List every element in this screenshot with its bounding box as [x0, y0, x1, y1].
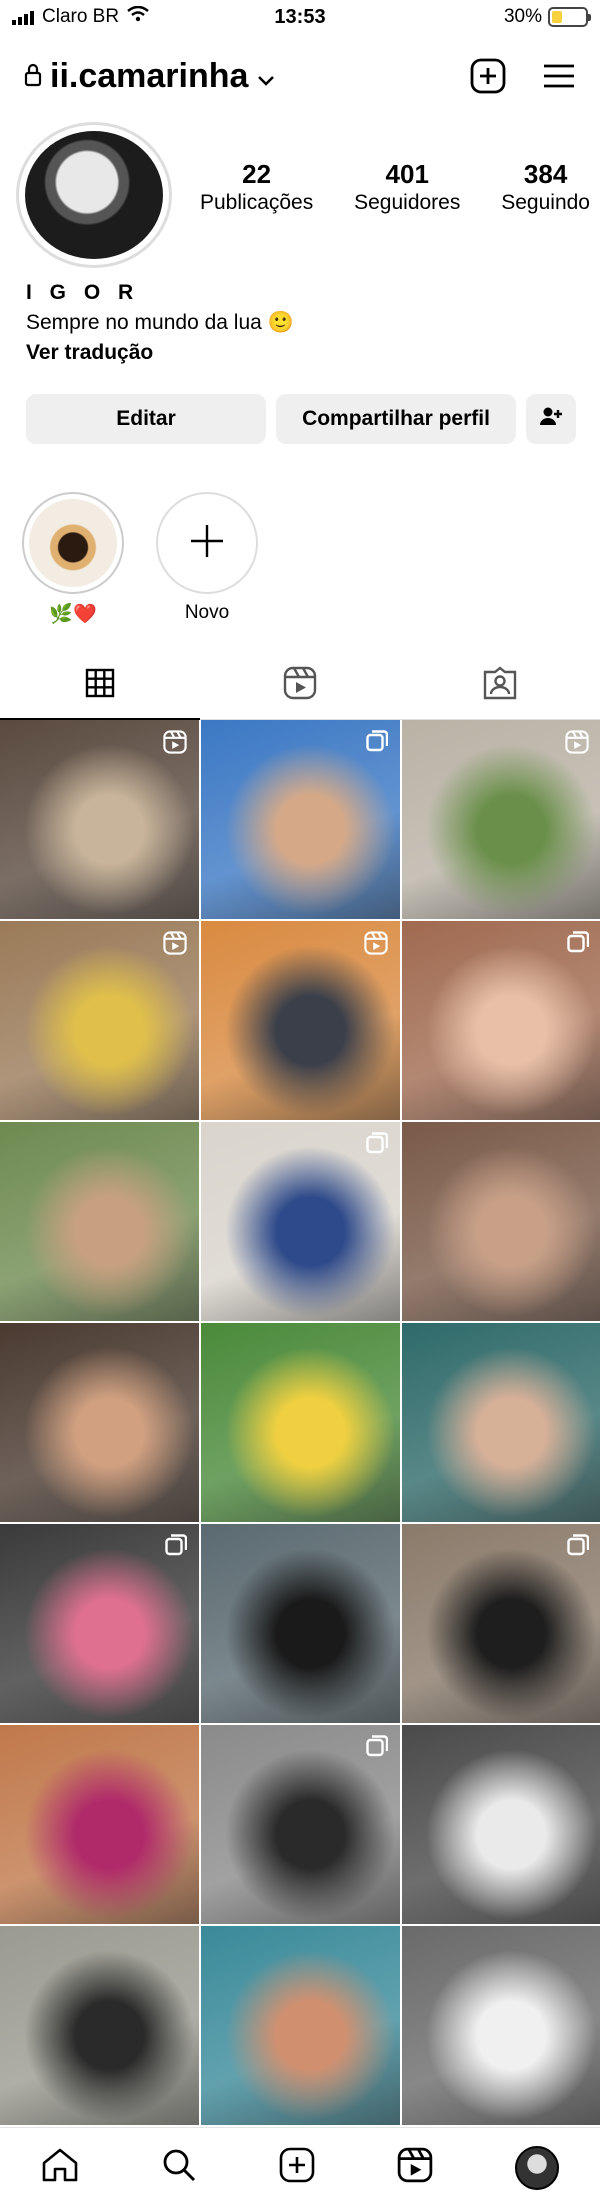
grid-post[interactable] — [402, 1524, 600, 1723]
profile-actions: Editar Compartilhar perfil — [26, 394, 576, 444]
grid-post[interactable] — [402, 1725, 600, 1924]
grid-post[interactable] — [201, 1926, 400, 2125]
profile-avatar[interactable] — [16, 122, 176, 268]
see-translation-link[interactable]: Ver tradução — [26, 338, 586, 368]
grid-post[interactable] — [0, 1122, 199, 1321]
grid-post[interactable] — [402, 1323, 600, 1522]
battery-percent: 30% — [503, 6, 542, 27]
profile-bio: I G O R Sempre no mundo da lua 🙂 Ver tra… — [26, 278, 586, 368]
stat-label: Seguidores — [354, 191, 461, 214]
stat-following[interactable]: 384 Seguindo — [501, 158, 590, 216]
highlight-label: Novo — [184, 602, 230, 623]
grid-post[interactable] — [402, 1122, 600, 1321]
lock-icon — [24, 57, 42, 96]
grid-post[interactable] — [201, 1524, 400, 1723]
tagged-person-icon — [483, 666, 517, 705]
grid-post[interactable] — [0, 1926, 199, 2125]
bottom-navigation — [0, 2127, 600, 2207]
reels-nav-icon[interactable] — [397, 2147, 433, 2188]
clock: 13:53 — [274, 5, 326, 28]
grid-post[interactable] — [402, 1926, 600, 2125]
menu-icon[interactable] — [542, 63, 576, 89]
grid-post[interactable] — [201, 1323, 400, 1522]
bio-text: Sempre no mundo da lua 🙂 — [26, 311, 294, 334]
stat-label: Publicações — [200, 191, 314, 214]
tab-reels[interactable] — [200, 652, 400, 719]
carousel-badge-icon — [567, 931, 590, 958]
create-post-icon[interactable] — [279, 2147, 315, 2188]
wifi-icon — [127, 5, 149, 28]
discover-people-button[interactable] — [526, 394, 576, 444]
carrier-label: Claro BR — [42, 6, 120, 27]
carousel-badge-icon — [366, 1132, 389, 1159]
chevron-down-icon — [256, 57, 276, 96]
grid-post[interactable] — [0, 1725, 199, 1924]
carousel-badge-icon — [567, 1534, 590, 1561]
battery-icon — [548, 7, 591, 27]
stat-label: Seguindo — [501, 191, 590, 214]
post-grid — [0, 720, 600, 2125]
share-profile-button[interactable]: Compartilhar perfil — [276, 394, 516, 444]
username: ii.camarinha — [50, 56, 249, 95]
plus-icon — [189, 523, 225, 564]
reels-badge-icon — [364, 931, 388, 960]
tab-tagged[interactable] — [400, 652, 600, 719]
grid-post[interactable] — [201, 720, 400, 919]
reels-badge-icon — [163, 931, 187, 960]
grid-post[interactable] — [201, 1725, 400, 1924]
profile-tabs — [0, 652, 600, 720]
account-switcher[interactable]: ii.camarinha — [24, 57, 276, 96]
search-icon[interactable] — [161, 2147, 197, 2188]
carousel-badge-icon — [366, 730, 389, 757]
grid-icon — [85, 668, 115, 703]
status-bar: Claro BR 13:53 30% — [0, 0, 600, 34]
stat-posts[interactable]: 22 Publicações — [200, 158, 313, 216]
profile-name: I G O R — [26, 281, 140, 304]
highlight-label: 🌿❤️ — [49, 604, 97, 625]
new-highlight-button[interactable]: Novo — [156, 492, 258, 626]
profile-nav-avatar[interactable] — [515, 2145, 559, 2190]
grid-post[interactable] — [402, 921, 600, 1120]
profile-stats: 22 Publicações 401 Seguidores 384 Seguin… — [200, 158, 590, 216]
grid-post[interactable] — [201, 1122, 400, 1321]
edit-profile-button[interactable]: Editar — [26, 394, 266, 444]
grid-post[interactable] — [0, 720, 199, 919]
new-post-icon[interactable] — [470, 58, 506, 94]
grid-post[interactable] — [0, 1524, 199, 1723]
stat-value: 401 — [385, 159, 429, 189]
grid-post[interactable] — [402, 720, 600, 919]
grid-post[interactable] — [201, 921, 400, 1120]
add-person-icon — [539, 406, 563, 432]
home-icon[interactable] — [41, 2147, 79, 2188]
stat-value: 384 — [523, 159, 568, 189]
carousel-badge-icon — [366, 1735, 389, 1762]
grid-post[interactable] — [0, 1323, 199, 1522]
stat-followers[interactable]: 401 Seguidores — [354, 158, 460, 216]
story-highlights: 🌿❤️ Novo — [22, 492, 258, 626]
signal-icon — [12, 9, 34, 25]
stat-value: 22 — [242, 159, 272, 189]
profile-header: ii.camarinha — [0, 48, 600, 104]
grid-post[interactable] — [0, 921, 199, 1120]
reels-badge-icon — [565, 730, 589, 759]
highlight-item[interactable]: 🌿❤️ — [22, 492, 124, 626]
tab-posts-grid[interactable] — [0, 652, 200, 720]
reels-icon — [283, 666, 317, 705]
carousel-badge-icon — [165, 1534, 188, 1561]
reels-badge-icon — [163, 730, 187, 759]
